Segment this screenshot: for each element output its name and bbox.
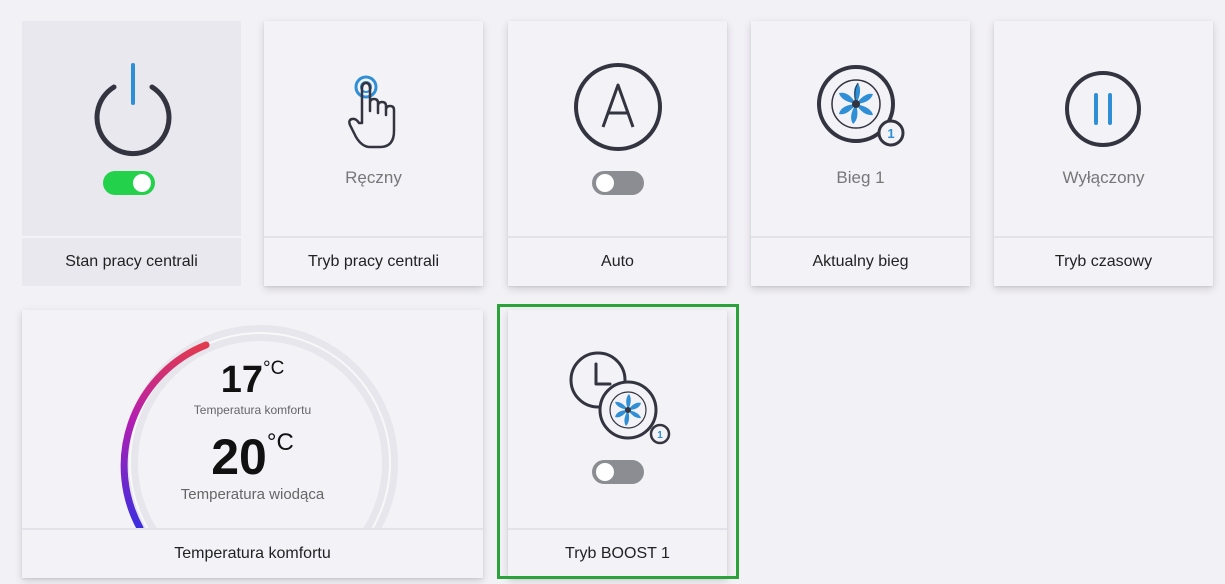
tile-auto[interactable]: Auto [508,21,727,286]
tile-temperature-label: Temperatura komfortu [22,528,483,578]
comfort-temperature: 17°C [22,358,483,402]
comfort-value: 17 [220,359,263,401]
tile-timer-label: Tryb czasowy [994,236,1213,286]
auto-a-icon [574,63,662,151]
fan-speed-1-icon: 1 [817,65,905,147]
lead-unit: °C [266,429,294,456]
tile-gear-label: Aktualny bieg [751,236,970,286]
gear-value: Bieg 1 [836,168,885,187]
lead-value: 20 [211,429,267,485]
auto-toggle[interactable] [592,171,644,195]
comfort-unit: °C [262,358,285,379]
tile-power-label: Stan pracy centrali [22,236,241,286]
lead-temperature: 20°C [22,428,483,486]
tile-timer[interactable]: Wyłączony Tryb czasowy [994,21,1213,286]
tile-power[interactable]: Stan pracy centrali [22,21,241,286]
tile-temperature[interactable]: 17°C Temperatura komfortu 20°C Temperatu… [22,310,483,578]
mode-value: Ręczny [345,168,402,187]
hand-tap-icon [348,75,396,149]
comfort-caption: Temperatura komfortu [193,403,312,417]
power-toggle[interactable] [103,171,155,195]
tile-gear[interactable]: 1 Bieg 1 Aktualny bieg [751,21,970,286]
pause-icon [1065,71,1141,147]
tile-mode[interactable]: Ręczny Tryb pracy centrali [264,21,483,286]
timer-value: Wyłączony [1062,168,1145,187]
toggle-knob [596,174,614,192]
toggle-knob [133,174,151,192]
tile-mode-label: Tryb pracy centrali [264,236,483,286]
tile-auto-label: Auto [508,236,727,286]
lead-caption: Temperatura wiodąca [180,486,325,503]
power-icon [94,63,172,157]
selection-highlight [497,304,739,579]
gear-badge: 1 [887,126,894,141]
